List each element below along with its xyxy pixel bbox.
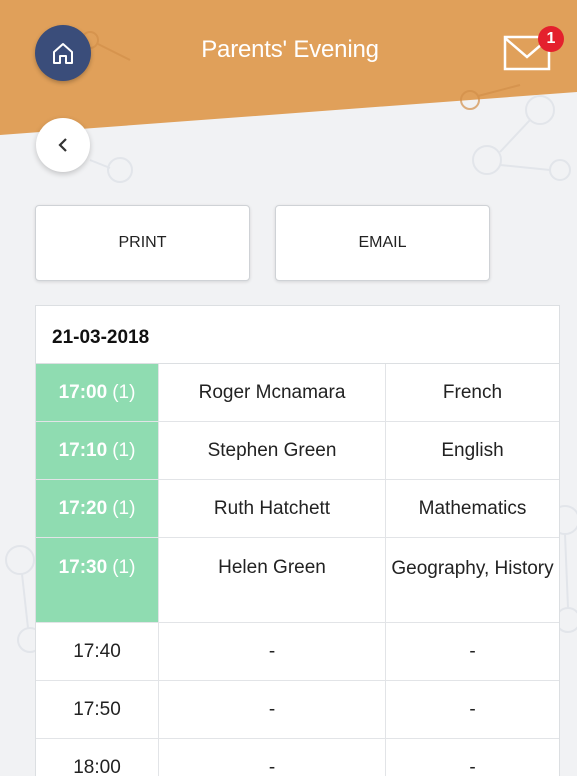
- subject-cell: -: [469, 756, 476, 776]
- home-icon: [53, 43, 73, 64]
- page-title: Parents' Evening: [201, 36, 379, 63]
- subject-cell: French: [442, 381, 503, 403]
- unread-badge: 1: [538, 26, 564, 52]
- time-cell: 17:10 (1): [36, 422, 159, 479]
- table-row[interactable]: 17:50 - -: [36, 681, 559, 739]
- print-button[interactable]: PRINT: [35, 205, 250, 281]
- header-banner: [0, 0, 577, 135]
- home-button[interactable]: [35, 25, 91, 81]
- time-cell: 17:20 (1): [36, 480, 159, 537]
- subject-cell: -: [469, 698, 476, 720]
- back-button[interactable]: [36, 118, 90, 172]
- teacher-cell: -: [159, 623, 386, 680]
- time-cell: 17:30 (1): [36, 538, 159, 622]
- time-cell: 17:00 (1): [36, 364, 159, 421]
- teacher-cell: -: [159, 739, 386, 776]
- table-row[interactable]: 17:20 (1) Ruth Hatchett Mathematics: [36, 480, 559, 538]
- subject-cell: -: [469, 640, 476, 662]
- chevron-left-icon: [58, 138, 67, 152]
- time-cell: 18:00: [36, 739, 159, 776]
- table-row[interactable]: 17:30 (1) Helen Green Geography, History: [36, 538, 559, 623]
- table-row[interactable]: 18:00 - -: [36, 739, 559, 776]
- teacher-cell: Helen Green: [159, 538, 386, 622]
- teacher-cell: -: [159, 681, 386, 738]
- subject-cell: Mathematics: [418, 497, 527, 519]
- email-button[interactable]: EMAIL: [275, 205, 490, 281]
- table-row[interactable]: 17:10 (1) Stephen Green English: [36, 422, 559, 480]
- time-cell: 17:50: [36, 681, 159, 738]
- time-cell: 17:40: [36, 623, 159, 680]
- teacher-cell: Roger Mcnamara: [159, 364, 386, 421]
- subject-cell: English: [441, 439, 504, 461]
- teacher-cell: Stephen Green: [159, 422, 386, 479]
- app-header: Parents' Evening 1: [0, 0, 577, 140]
- table-row[interactable]: 17:00 (1) Roger Mcnamara French: [36, 364, 559, 422]
- schedule-card: 21-03-2018 17:00 (1) Roger Mcnamara Frenc…: [35, 305, 560, 776]
- schedule-date: 21-03-2018: [36, 306, 559, 364]
- subject-cell: Geography, History: [391, 558, 554, 579]
- table-row[interactable]: 17:40 - -: [36, 623, 559, 681]
- teacher-cell: Ruth Hatchett: [159, 480, 386, 537]
